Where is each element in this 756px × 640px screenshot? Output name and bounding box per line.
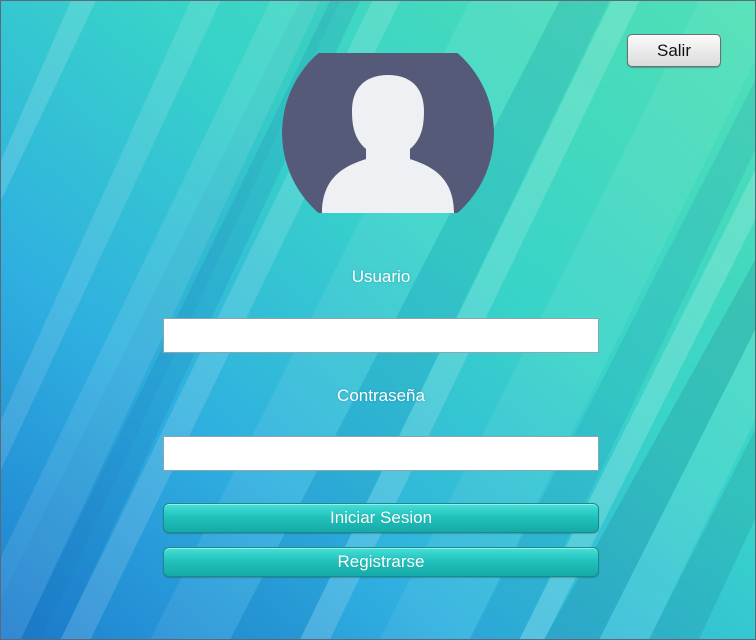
username-label: Usuario bbox=[351, 267, 411, 286]
password-input[interactable] bbox=[163, 436, 599, 471]
register-button[interactable]: Registrarse bbox=[163, 547, 599, 577]
password-label: Contraseña bbox=[337, 386, 425, 405]
login-button[interactable]: Iniciar Sesion bbox=[163, 503, 599, 533]
username-input[interactable] bbox=[163, 318, 599, 353]
user-avatar-icon bbox=[282, 53, 494, 213]
exit-button[interactable]: Salir bbox=[627, 34, 721, 67]
login-window: Salir Usuario Contraseña Iniciar Sesion … bbox=[0, 0, 756, 640]
